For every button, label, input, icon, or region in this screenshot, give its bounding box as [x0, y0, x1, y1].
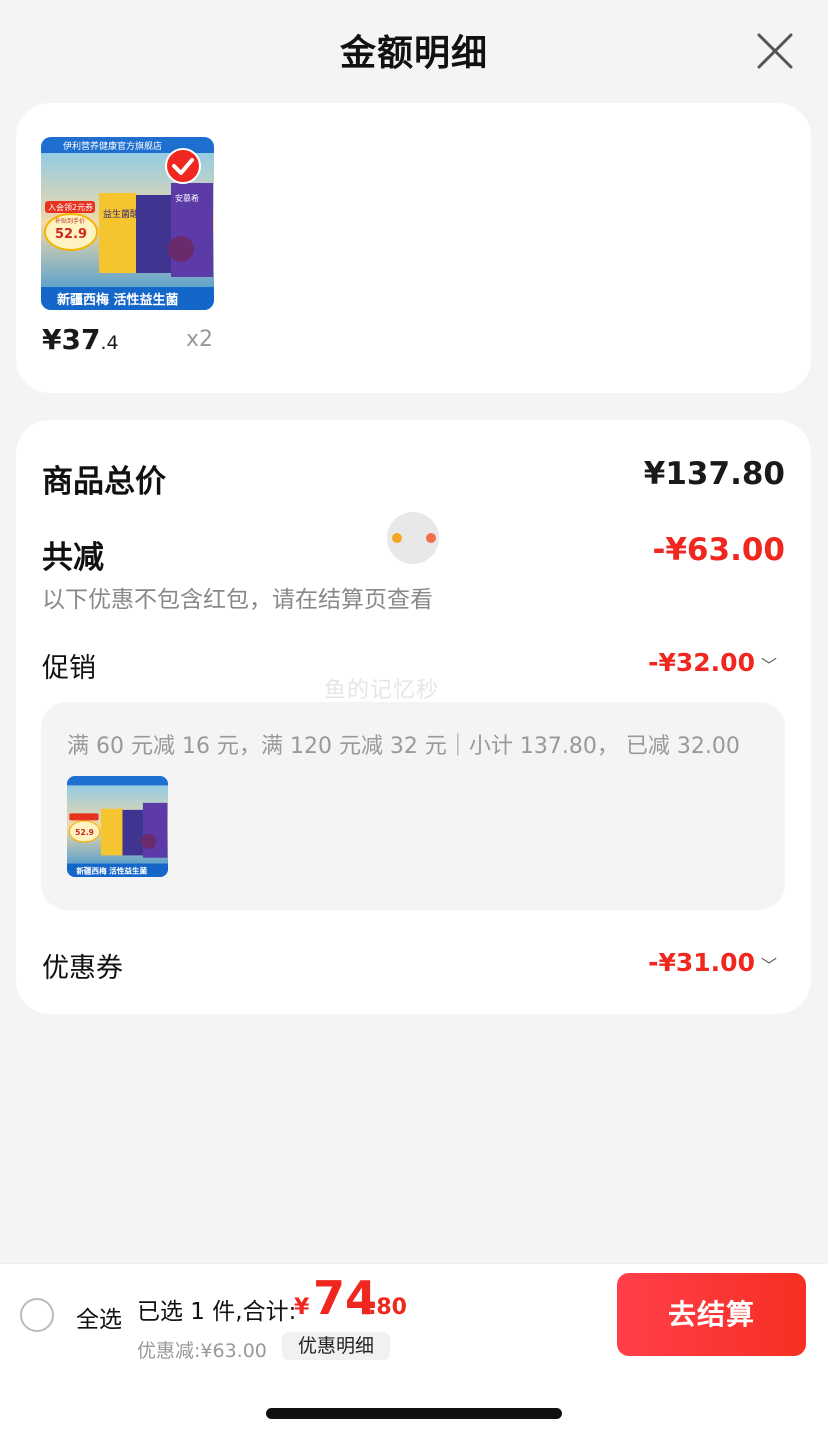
total-reduce-value: -¥63.00	[652, 532, 786, 568]
total-reduce-label: 共减	[42, 540, 104, 576]
select-all-radio[interactable]	[20, 1298, 54, 1332]
home-indicator-area	[0, 1364, 828, 1436]
chevron-down-icon: ﹀	[760, 656, 777, 675]
total-price-label: 商品总价	[42, 464, 166, 500]
store-name-text: 伊利营养健康官方旗舰店	[63, 140, 162, 152]
product-price: ¥37.4	[42, 323, 119, 356]
watermark-text: 鱼的记忆秒	[324, 678, 440, 703]
svg-text:入会领2元券: 入会领2元券	[48, 202, 93, 212]
home-indicator[interactable]	[266, 1408, 562, 1419]
loading-dots-icon	[387, 512, 439, 564]
total-currency: ¥	[294, 1295, 310, 1320]
select-all-label[interactable]: 全选	[76, 1300, 122, 1334]
svg-text:新疆西梅 活性益生菌: 新疆西梅 活性益生菌	[76, 865, 147, 875]
summary-card: 商品总价 ¥137.80 共减 -¥63.00 以下优惠不包含红包，请在结算页查…	[16, 420, 811, 1014]
svg-text:补贴到手价: 补贴到手价	[55, 217, 85, 225]
chevron-down-icon: ﹀	[760, 956, 777, 975]
price-detail-sheet: 金额明细 伊利营养健康官方旗舰店 入会领2元券 补贴到手价 52.9 益生菌酸奶…	[0, 0, 828, 1436]
svg-text:52.9: 52.9	[75, 828, 94, 837]
total-amount-decimal: .80	[368, 1295, 407, 1320]
product-quantity: x2	[186, 327, 214, 352]
svg-text:安慕希: 安慕希	[175, 193, 199, 203]
total-price-value: ¥137.80	[643, 456, 785, 492]
discount-note: 以下优惠不包含红包，请在结算页查看	[42, 587, 433, 613]
coupon-label: 优惠券	[42, 953, 123, 984]
checkout-bar: 全选 已选 1 件,合计: ¥ 74 .80 优惠减:¥63.00 优惠明细 去…	[0, 1263, 828, 1364]
promo-product-image[interactable]: 52.9 新疆西梅 活性益生菌	[67, 776, 168, 877]
coupon-value[interactable]: -¥31.00 ﹀	[648, 948, 777, 977]
promo-value[interactable]: -¥32.00 ﹀	[648, 648, 777, 677]
product-card: 伊利营养健康官方旗舰店 入会领2元券 补贴到手价 52.9 益生菌酸奶 安慕希 …	[16, 103, 811, 393]
selected-info: 已选 1 件,合计:	[137, 1299, 297, 1325]
product-slogan: 新疆西梅 活性益生菌	[57, 292, 179, 308]
promo-label: 促销	[42, 653, 96, 684]
check-badge-icon	[165, 148, 201, 184]
page-title: 金额明细	[339, 33, 488, 74]
discount-amount: 优惠减:¥63.00	[137, 1340, 267, 1362]
svg-text:52.9: 52.9	[55, 227, 87, 242]
discount-detail-button[interactable]: 优惠明细	[282, 1332, 390, 1360]
promo-detail-text: 满 60 元减 16 元，满 120 元减 32 元｜小计 137.80， 已减…	[67, 734, 740, 759]
close-icon[interactable]	[756, 32, 794, 70]
checkout-button[interactable]: 去结算	[617, 1273, 806, 1356]
